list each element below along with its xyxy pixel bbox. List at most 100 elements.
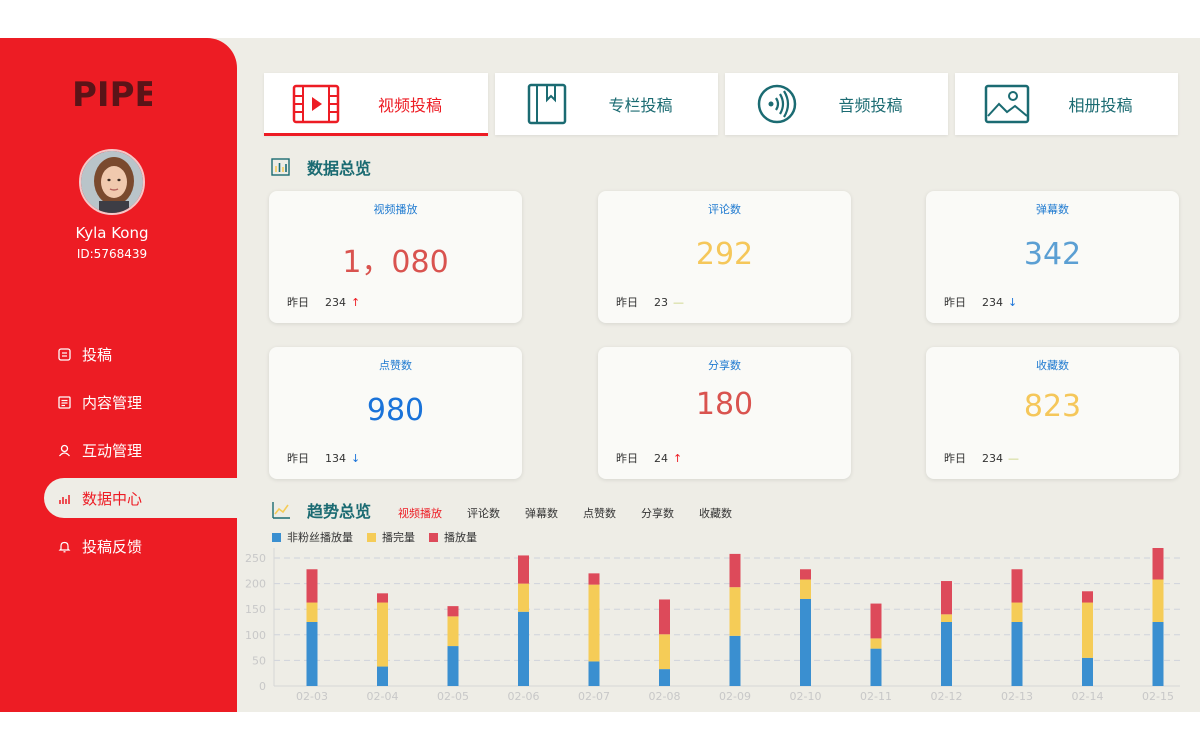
- trend-down-icon: ↓: [1008, 295, 1018, 309]
- card-footer: 昨日 23 —: [616, 294, 684, 310]
- trend-tab-danmaku[interactable]: 弹幕数: [525, 505, 558, 521]
- card-value: 292: [695, 237, 754, 272]
- nav-item-label: 投稿: [82, 345, 113, 364]
- nav-item-label: 内容管理: [82, 393, 143, 412]
- card-footer: 昨日 234 —: [944, 450, 1019, 466]
- trend-tab-shares[interactable]: 分享数: [641, 505, 674, 521]
- bar-segment: [729, 553, 741, 588]
- card-label: 弹幕数: [1036, 203, 1069, 216]
- y-tick-label: 200: [245, 578, 266, 591]
- trend-tab-favorites[interactable]: 收藏数: [699, 505, 732, 521]
- yesterday-label: 昨日: [616, 296, 638, 309]
- legend-label: 非粉丝播放量: [287, 531, 353, 544]
- sidebar: PIPE Kyla Kong ID:5768439 投稿 内容管理 互动管理 数…: [0, 38, 241, 712]
- legend-item-non-fan-plays[interactable]: 非粉丝播放量: [272, 529, 353, 545]
- x-tick-label: 02-05: [437, 690, 469, 703]
- overview-title-text: 数据总览: [307, 159, 372, 178]
- bar-segment: [518, 555, 529, 584]
- nav-item-interaction-management[interactable]: 互动管理: [44, 430, 241, 470]
- bar-segment: [941, 622, 952, 686]
- chart-icon: [56, 490, 72, 506]
- x-tick-label: 02-12: [931, 690, 963, 703]
- bar-segment: [941, 614, 952, 622]
- legend-swatch: [272, 532, 281, 542]
- svg-text:PIPE: PIPE: [72, 75, 152, 115]
- nav-item-label: 数据中心: [82, 489, 143, 508]
- bar-segment: [447, 646, 459, 686]
- bar-segment: [377, 666, 388, 686]
- bar-segment: [518, 583, 529, 612]
- tab-album-upload[interactable]: 相册投稿: [955, 73, 1178, 135]
- overview-title: 数据总览: [271, 155, 371, 179]
- yesterday-label: 昨日: [944, 452, 966, 465]
- x-tick-label: 02-08: [649, 690, 681, 703]
- tab-label: 音频投稿: [838, 96, 903, 115]
- bar-segment: [800, 598, 811, 686]
- card-value: 980: [366, 393, 425, 428]
- legend-label: 播放量: [444, 531, 477, 544]
- bar-segment: [377, 593, 388, 603]
- tab-column-upload[interactable]: 专栏投稿: [495, 73, 718, 135]
- stat-card-comments: 评论数 292 昨日 23 —: [598, 191, 851, 323]
- app-frame: PIPE Kyla Kong ID:5768439 投稿 内容管理 互动管理 数…: [0, 38, 1200, 712]
- y-tick-label: 150: [245, 603, 266, 616]
- avatar-portrait: [81, 151, 143, 213]
- y-tick-label: 100: [245, 629, 266, 642]
- trend-flat-icon: —: [1008, 451, 1019, 465]
- trend-up-icon: ↑: [351, 295, 361, 309]
- legend-item-completed-plays[interactable]: 播完量: [367, 529, 415, 545]
- avatar[interactable]: [79, 149, 145, 215]
- bar-segment: [800, 569, 811, 580]
- bar-segment: [729, 635, 741, 686]
- bar-segment: [447, 616, 459, 647]
- nav-item-content-management[interactable]: 内容管理: [44, 382, 241, 422]
- trend-tab-video-plays[interactable]: 视频播放: [398, 505, 442, 521]
- nav-item-upload[interactable]: 投稿: [44, 334, 241, 374]
- card-value: 1，080: [342, 245, 449, 280]
- x-tick-label: 02-11: [860, 690, 892, 703]
- trend-flat-icon: —: [673, 295, 684, 309]
- bar-segment: [588, 573, 600, 585]
- yesterday-value: 134: [325, 451, 346, 465]
- x-tick-label: 02-06: [508, 690, 540, 703]
- stat-card-favorites: 收藏数 823 昨日 234 —: [926, 347, 1179, 479]
- trend-bar-chart: 0 50 100 150 200 250 02-03 02-04 02-05 02-06 02-07…: [245, 548, 1180, 703]
- stat-card-likes: 点赞数 980 昨日 134 ↓: [269, 347, 522, 479]
- brand-logo: PIPE: [72, 75, 152, 115]
- y-tick-label: 50: [252, 654, 266, 667]
- card-footer: 昨日 134 ↓: [287, 450, 360, 466]
- nav-item-data-center[interactable]: 数据中心: [44, 478, 241, 518]
- nav-item-label: 互动管理: [82, 441, 143, 460]
- trend-metric-tabs: 视频播放 评论数 弹幕数 点赞数 分享数 收藏数: [398, 505, 757, 521]
- bar-segment: [1082, 602, 1093, 658]
- stat-card-danmaku: 弹幕数 342 昨日 234 ↓: [926, 191, 1179, 323]
- trend-title-text: 趋势总览: [307, 502, 372, 521]
- x-tick-label: 02-10: [790, 690, 822, 703]
- tab-video-upload[interactable]: 视频投稿: [264, 73, 488, 136]
- bar-segment: [518, 611, 529, 686]
- tab-audio-upload[interactable]: 音频投稿: [725, 73, 948, 135]
- trend-tab-likes[interactable]: 点赞数: [583, 505, 616, 521]
- card-value: 342: [1023, 237, 1082, 272]
- legend-item-plays[interactable]: 播放量: [429, 529, 477, 545]
- bar-segment: [870, 638, 882, 649]
- yesterday-value: 24: [654, 451, 668, 465]
- trend-tab-comments[interactable]: 评论数: [467, 505, 500, 521]
- x-tick-label: 02-07: [578, 690, 610, 703]
- stat-card-video-plays: 视频播放 1，080 昨日 234 ↑: [269, 191, 522, 323]
- x-tick-label: 02-13: [1001, 690, 1033, 703]
- card-footer: 昨日 24 ↑: [616, 450, 682, 466]
- bar-chart-icon: [271, 158, 290, 176]
- bar-segment: [588, 584, 600, 662]
- legend-label: 播完量: [382, 531, 415, 544]
- bar-segment: [1011, 569, 1023, 603]
- card-label: 分享数: [708, 359, 741, 372]
- x-tick-label: 02-04: [367, 690, 399, 703]
- chart-legend: 非粉丝播放量 播完量 播放量: [272, 529, 491, 545]
- bar-segment: [447, 606, 459, 617]
- bar-segment: [306, 602, 318, 622]
- card-label: 视频播放: [373, 203, 418, 216]
- bar-segment: [1011, 622, 1023, 686]
- yesterday-value: 23: [654, 295, 668, 309]
- nav-item-feedback[interactable]: 投稿反馈: [44, 526, 241, 566]
